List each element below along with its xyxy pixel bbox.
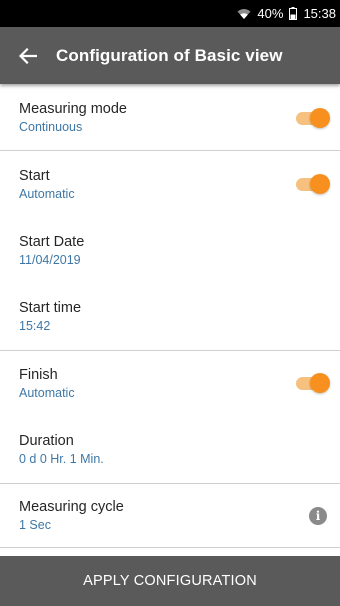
setting-measuring-mode[interactable]: Measuring mode Continuous xyxy=(0,101,340,135)
setting-duration[interactable]: Duration 0 d 0 Hr. 1 Min. xyxy=(0,433,340,467)
battery-icon xyxy=(289,7,298,20)
battery-percent: 40% xyxy=(257,6,284,21)
finish-toggle[interactable] xyxy=(294,373,330,393)
status-bar: 40% 15:38 xyxy=(0,0,340,27)
clock: 15:38 xyxy=(303,6,336,21)
setting-value: Continuous xyxy=(19,120,83,134)
setting-label: Start Date xyxy=(19,234,85,250)
setting-label: Measuring mode xyxy=(19,101,127,117)
setting-value: 11/04/2019 xyxy=(19,253,81,267)
setting-value: 15:42 xyxy=(19,319,51,333)
setting-value: 0 d 0 Hr. 1 Min. xyxy=(19,452,104,466)
setting-measuring-cycle[interactable]: Measuring cycle 1 Sec xyxy=(0,499,340,533)
info-icon[interactable]: i xyxy=(309,507,327,525)
setting-label: Start time xyxy=(19,300,82,316)
divider xyxy=(0,483,340,484)
start-toggle[interactable] xyxy=(294,174,330,194)
setting-value: Automatic xyxy=(19,386,75,400)
settings-list: Measuring mode Continuous Start Automati… xyxy=(0,84,340,554)
back-arrow-icon xyxy=(19,47,37,64)
setting-value: 1 Sec xyxy=(19,518,51,532)
toggle-thumb xyxy=(310,174,330,194)
toggle-thumb xyxy=(310,108,330,128)
setting-value: Automatic xyxy=(19,187,75,201)
page-title: Configuration of Basic view xyxy=(56,45,283,65)
measuring-mode-toggle[interactable] xyxy=(294,108,330,128)
setting-label: Measuring cycle xyxy=(19,499,124,515)
setting-start[interactable]: Start Automatic xyxy=(0,168,340,202)
setting-start-time[interactable]: Start time 15:42 xyxy=(0,300,340,334)
app-bar: Configuration of Basic view xyxy=(0,27,340,84)
divider xyxy=(0,350,340,351)
back-button[interactable] xyxy=(0,27,56,84)
wifi-icon xyxy=(237,8,251,19)
apply-configuration-button[interactable]: APPLY CONFIGURATION xyxy=(0,556,340,606)
divider xyxy=(0,150,340,151)
toggle-thumb xyxy=(310,373,330,393)
setting-finish[interactable]: Finish Automatic xyxy=(0,367,340,401)
setting-label: Finish xyxy=(19,367,58,383)
divider xyxy=(0,547,340,548)
setting-label: Start xyxy=(19,168,50,184)
setting-start-date[interactable]: Start Date 11/04/2019 xyxy=(0,234,340,268)
setting-label: Duration xyxy=(19,433,74,449)
